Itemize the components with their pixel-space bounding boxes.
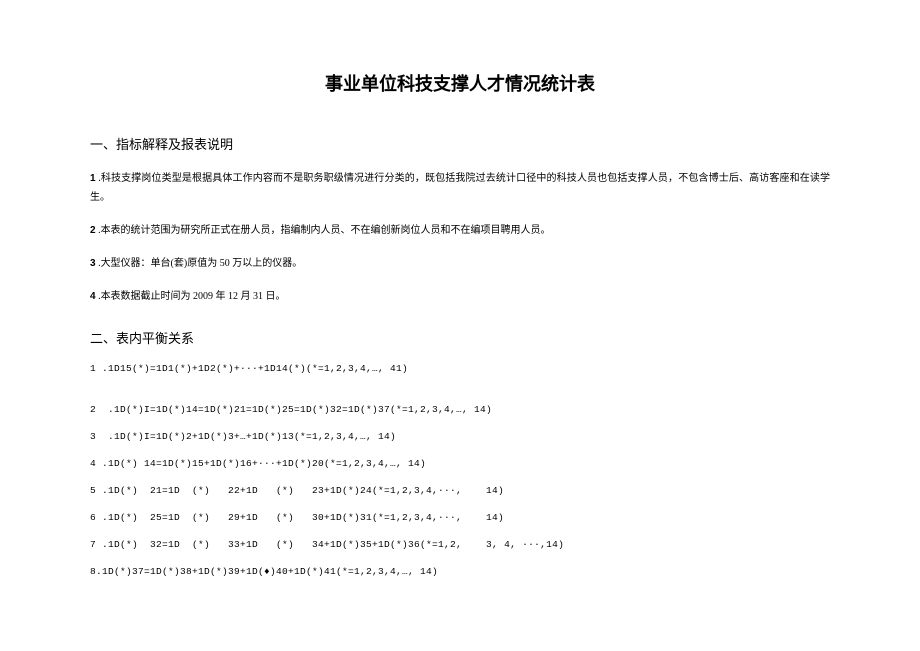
page-title: 事业单位科技支撑人才情况统计表 bbox=[90, 70, 830, 96]
formula-4: 4 .1D(*) 14=1D(*)15+1D(*)16+···+1D(*)20(… bbox=[90, 458, 830, 469]
formula-7: 7 .1D(*) 32=1D (*) 33+1D (*) 34+1D(*)35+… bbox=[90, 539, 830, 550]
section1-item-4: 4 .本表数据截止时间为 2009 年 12 月 31 日。 bbox=[90, 287, 830, 306]
formula-6: 6 .1D(*) 25=1D (*) 29+1D (*) 30+1D(*)31(… bbox=[90, 512, 830, 523]
formula-5: 5 .1D(*) 21=1D (*) 22+1D (*) 23+1D(*)24(… bbox=[90, 485, 830, 496]
section2-heading: 二、表内平衡关系 bbox=[90, 328, 830, 347]
section1-item-3: 3 .大型仪器：单台(套)原值为 50 万以上的仪器。 bbox=[90, 254, 830, 273]
item-text: .大型仪器：单台(套)原值为 50 万以上的仪器。 bbox=[96, 258, 303, 269]
item-text: .本表的统计范围为研究所正式在册人员，指编制内人员、不在编创新岗位人员和不在编项… bbox=[96, 225, 551, 236]
item-text: .科技支撑岗位类型是根据具体工作内容而不是职务职级情况进行分类的，既包括我院过去… bbox=[90, 173, 830, 203]
section1-item-2: 2 .本表的统计范围为研究所正式在册人员，指编制内人员、不在编创新岗位人员和不在… bbox=[90, 221, 830, 240]
formula-2: 2 .1D(*)I=1D(*)14=1D(*)21=1D(*)25=1D(*)3… bbox=[90, 404, 830, 415]
section1-heading: 一、指标解释及报表说明 bbox=[90, 134, 830, 153]
formula-8: 8.1D(*)37=1D(*)38+1D(*)39+1D(♦)40+1D(*)4… bbox=[90, 566, 830, 577]
item-text: .本表数据截止时间为 2009 年 12 月 31 日。 bbox=[96, 291, 286, 302]
section1-item-1: 1 .科技支撑岗位类型是根据具体工作内容而不是职务职级情况进行分类的，既包括我院… bbox=[90, 169, 830, 207]
formula-3: 3 .1D(*)I=1D(*)2+1D(*)3+…+1D(*)13(*=1,2,… bbox=[90, 431, 830, 442]
formula-1: 1 .1D15(*)=1D1(*)+1D2(*)+···+1D14(*)(*=1… bbox=[90, 363, 830, 374]
